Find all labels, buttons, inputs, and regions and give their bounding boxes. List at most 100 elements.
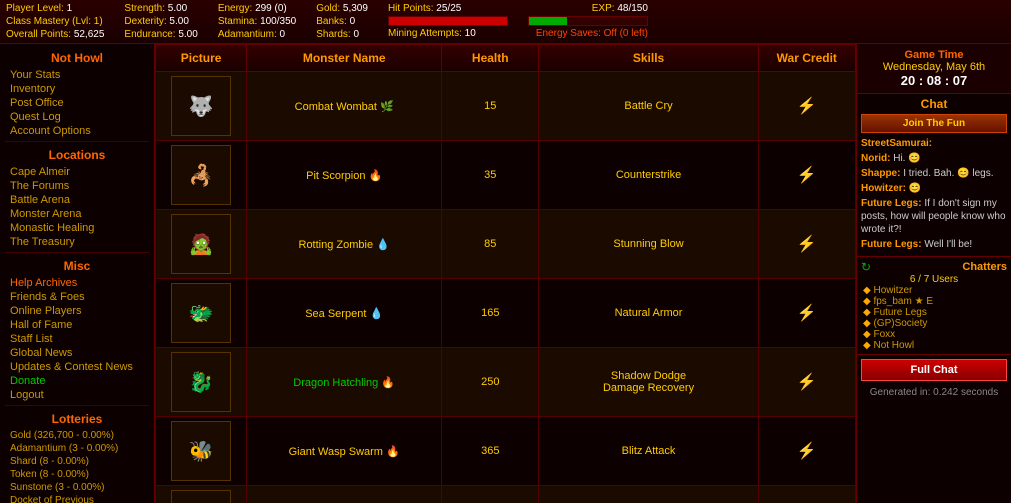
monster-name-cell[interactable]: Giant Wasp Swarm 🔥 (247, 417, 442, 486)
monster-name-link[interactable]: Rotting Zombie (299, 239, 374, 251)
chat-messages: StreetSamurai: Norid: Hi. 😊Shappe: I tri… (861, 137, 1007, 251)
element-icon: 🔥 (369, 170, 383, 182)
lotto-adamantium[interactable]: Adamantium (3 - 0.00%) (0, 442, 154, 455)
sidebar-item-hall-of-fame[interactable]: Hall of Fame (0, 318, 154, 332)
gold-stat: Gold: 5,309 (316, 3, 368, 14)
monster-warcredit-cell[interactable]: ⚡ (758, 72, 855, 141)
sidebar-item-help-archives[interactable]: Help Archives (0, 276, 154, 290)
monster-image: 🐺 (171, 76, 231, 136)
sidebar-item-post-office[interactable]: Post Office (0, 96, 154, 110)
monster-warcredit-cell[interactable]: ⚡ (758, 141, 855, 210)
monster-health-cell: 365 (442, 417, 539, 486)
lightning-icon[interactable]: ⚡ (797, 443, 817, 460)
refresh-icon[interactable]: ↻ (861, 260, 871, 274)
chatter-item: ◆ fps_bam ★ E (861, 296, 1007, 307)
bullet-icon: ◆ (863, 285, 873, 296)
monster-name-link[interactable]: Giant Wasp Swarm (289, 446, 383, 458)
monster-image: 🧟 (171, 214, 231, 274)
game-clock: 20 : 08 : 07 (861, 73, 1007, 88)
monster-warcredit-cell[interactable]: ⚡ (758, 279, 855, 348)
chatter-item: ◆ Not Howl (861, 340, 1007, 351)
right-panel: Game Time Wednesday, May 6th 20 : 08 : 0… (856, 44, 1011, 503)
overall-points-stat: Overall Points: 52,625 (6, 29, 104, 40)
monster-name-cell[interactable]: Sea Serpent 💧 (247, 279, 442, 348)
join-the-fun-button[interactable]: Join The Fun (861, 114, 1007, 133)
sidebar-item-updates-contest[interactable]: Updates & Contest News (0, 360, 154, 374)
monster-image-cell: 🐉 (156, 348, 247, 417)
exp-stat: EXP: 48/150 (592, 3, 648, 14)
monster-name-cell[interactable]: Pit Scorpion 🔥 (247, 141, 442, 210)
monster-name-cell[interactable]: Ice Troll 💧 (247, 486, 442, 503)
sidebar-item-the-treasury[interactable]: The Treasury (0, 235, 154, 249)
banks-stat: Banks: 0 (316, 16, 368, 27)
table-row: 🐲Sea Serpent 💧165Natural Armor⚡ (156, 279, 856, 348)
lotto-token[interactable]: Token (8 - 0.00%) (0, 468, 154, 481)
monster-name-link[interactable]: Dragon Hatchling (293, 377, 378, 389)
sidebar-item-monastic-healing[interactable]: Monastic Healing (0, 221, 154, 235)
table-row: 🐝Giant Wasp Swarm 🔥365Blitz Attack⚡ (156, 417, 856, 486)
bullet-icon: ◆ (863, 307, 873, 318)
sidebar-username: Not Howl (0, 48, 154, 68)
element-icon: 🌿 (380, 101, 394, 113)
monster-image: 🐲 (171, 283, 231, 343)
chatter-item: ◆ Future Legs (861, 307, 1007, 318)
sidebar-item-account-options[interactable]: Account Options (0, 124, 154, 138)
sidebar-item-the-forums[interactable]: The Forums (0, 179, 154, 193)
monster-warcredit-cell[interactable]: ⚡ (758, 486, 855, 503)
bullet-icon: ◆ (863, 296, 873, 307)
monster-name-link[interactable]: Pit Scorpion (306, 170, 365, 182)
chat-username: StreetSamurai: (861, 138, 932, 149)
col-header-warcredit: War Credit (758, 45, 855, 72)
sidebar-item-online-players[interactable]: Online Players (0, 304, 154, 318)
chatter-item: ◆ (GP)Society (861, 318, 1007, 329)
monster-warcredit-cell[interactable]: ⚡ (758, 417, 855, 486)
lightning-icon[interactable]: ⚡ (797, 305, 817, 322)
sidebar-item-quest-log[interactable]: Quest Log (0, 110, 154, 124)
monster-warcredit-cell[interactable]: ⚡ (758, 210, 855, 279)
table-row: 🧟Rotting Zombie 💧85Stunning Blow⚡ (156, 210, 856, 279)
sidebar-item-logout[interactable]: Logout (0, 388, 154, 402)
lotto-shard[interactable]: Shard (8 - 0.00%) (0, 455, 154, 468)
sidebar-item-battle-arena[interactable]: Battle Arena (0, 193, 154, 207)
lotto-sunstone[interactable]: Sunstone (3 - 0.00%) (0, 481, 154, 494)
monster-image: 🐝 (171, 421, 231, 481)
lotto-docket[interactable]: Docket of Previous (0, 494, 154, 503)
monster-image-cell: 🐺 (156, 72, 247, 141)
monster-warcredit-cell[interactable]: ⚡ (758, 348, 855, 417)
element-icon: 🔥 (386, 446, 400, 458)
monster-name-cell[interactable]: Combat Wombat 🌿 (247, 72, 442, 141)
sidebar-item-donate[interactable]: Donate (0, 374, 154, 388)
divider-misc (5, 252, 149, 253)
chatter-name: Future Legs (873, 307, 926, 318)
lightning-icon[interactable]: ⚡ (797, 167, 817, 184)
sidebar-item-friends-foes[interactable]: Friends & Foes (0, 290, 154, 304)
lightning-icon[interactable]: ⚡ (797, 374, 817, 391)
monster-name-link[interactable]: Combat Wombat (295, 101, 377, 113)
chat-message: Future Legs: Well I'll be! (861, 238, 1007, 251)
chatter-name: Howitzer (873, 285, 912, 296)
chatter-name: Foxx (873, 329, 895, 340)
sidebar-item-staff-list[interactable]: Staff List (0, 332, 154, 346)
sidebar-item-monster-arena[interactable]: Monster Arena (0, 207, 154, 221)
monster-health-cell: 85 (442, 210, 539, 279)
sidebar-item-cape-almeir[interactable]: Cape Almeir (0, 165, 154, 179)
mining-stat: Mining Attempts: 10 (388, 28, 508, 39)
full-chat-button[interactable]: Full Chat (861, 359, 1007, 381)
sidebar-item-your-stats[interactable]: Your Stats (0, 68, 154, 82)
chat-message: Shappe: I tried. Bah. 😊 legs. (861, 167, 1007, 180)
sidebar-item-global-news[interactable]: Global News (0, 346, 154, 360)
monster-name-link[interactable]: Sea Serpent (305, 308, 366, 320)
lightning-icon[interactable]: ⚡ (797, 98, 817, 115)
sidebar-item-inventory[interactable]: Inventory (0, 82, 154, 96)
monster-image-cell: 🦂 (156, 141, 247, 210)
lightning-icon[interactable]: ⚡ (797, 236, 817, 253)
element-icon: 🔥 (381, 377, 395, 389)
game-time-box: Game Time Wednesday, May 6th 20 : 08 : 0… (857, 44, 1011, 94)
lotto-gold[interactable]: Gold (326,700 - 0.00%) (0, 429, 154, 442)
element-icon: 💧 (376, 239, 390, 251)
chat-message: Howitzer: 😊 (861, 182, 1007, 195)
monster-health-cell: 165 (442, 279, 539, 348)
table-row: 🗿Ice Troll 💧525Drunken Rage⚡ (156, 486, 856, 503)
monster-name-cell[interactable]: Rotting Zombie 💧 (247, 210, 442, 279)
monster-name-cell[interactable]: Dragon Hatchling 🔥 (247, 348, 442, 417)
